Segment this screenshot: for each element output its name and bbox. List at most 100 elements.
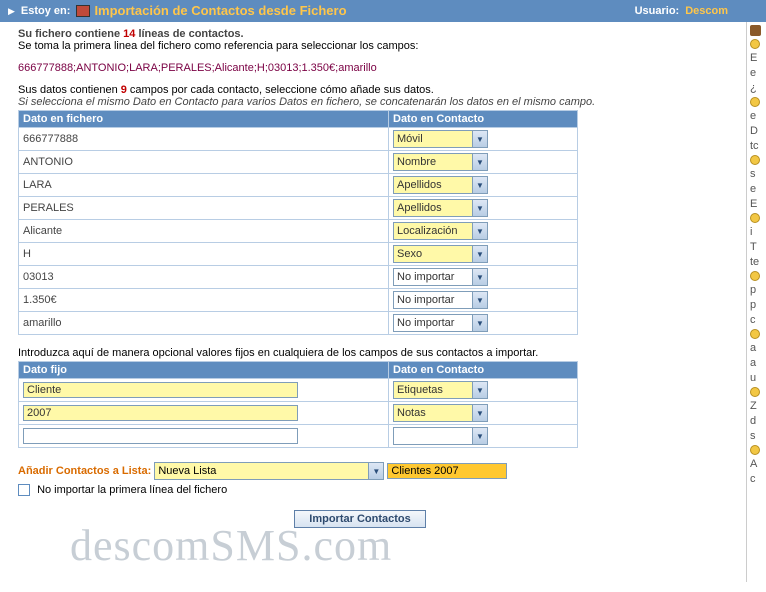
- fixed-contact-value: Etiquetas: [397, 384, 443, 396]
- cut-text: tc: [750, 140, 766, 152]
- mapping-contact-select[interactable]: Apellidos▼: [393, 199, 488, 217]
- mapping-row: 1.350€ No importar ▼: [19, 289, 578, 312]
- mapping-contact-cell: Nombre▼: [389, 151, 578, 174]
- mapping-contact-cell: No importar ▼: [389, 289, 578, 312]
- mapping-contact-cell: Localización▼: [389, 220, 578, 243]
- mapping-contact-cell: No importar ▼: [389, 266, 578, 289]
- cut-text: E: [750, 52, 766, 64]
- top-bar: ▶ Estoy en: Importación de Contactos des…: [0, 0, 766, 22]
- mapping-contact-cell: Móvil▼: [389, 128, 578, 151]
- bullet-icon: [750, 97, 760, 107]
- fixed-value-cell: [19, 379, 389, 402]
- fixed-value-cell: [19, 402, 389, 425]
- fixed-value-input[interactable]: [23, 428, 298, 444]
- mapping-contact-value: No importar: [397, 317, 454, 329]
- user-label: Usuario:: [635, 0, 680, 22]
- mapping-contact-cell: Sexo▼: [389, 243, 578, 266]
- breadcrumb-arrow-icon: ▶: [8, 0, 15, 22]
- cut-text: e: [750, 110, 766, 122]
- location-label: Estoy en:: [21, 0, 71, 22]
- fixed-contact-select[interactable]: Notas▼: [393, 404, 488, 422]
- chevron-down-icon: ▼: [472, 154, 487, 170]
- cut-text: e: [750, 67, 766, 79]
- chevron-down-icon: ▼: [472, 315, 487, 331]
- mapping-contact-cell: No importar ▼: [389, 312, 578, 335]
- cut-text: ¿: [750, 82, 766, 94]
- bullet-icon: [750, 329, 760, 339]
- cut-text: D: [750, 125, 766, 137]
- chevron-down-icon: ▼: [472, 246, 487, 262]
- concat-note: Si selecciona el mismo Dato en Contacto …: [18, 96, 702, 108]
- line-count-text: Su fichero contiene 14 líneas de contact…: [18, 28, 702, 40]
- bullet-icon: [750, 39, 760, 49]
- add-to-list-row: Añadir Contactos a Lista: Nueva Lista ▼: [18, 462, 702, 480]
- cut-text: c: [750, 314, 766, 326]
- mapping-file-cell: Alicante: [19, 220, 389, 243]
- mapping-contact-select[interactable]: No importar ▼: [393, 314, 488, 332]
- fixed-value-cell: [19, 425, 389, 448]
- mapping-contact-select[interactable]: No importar ▼: [393, 291, 488, 309]
- fixed-row: Etiquetas ▼: [19, 379, 578, 402]
- cut-text: s: [750, 430, 766, 442]
- bullet-icon: [750, 445, 760, 455]
- chevron-down-icon: ▼: [472, 177, 487, 193]
- skip-first-line-label: No importar la primera línea del fichero: [37, 484, 227, 496]
- mapping-contact-select[interactable]: Sexo▼: [393, 245, 488, 263]
- mapping-file-cell: LARA: [19, 174, 389, 197]
- mapping-contact-value: Localización: [397, 225, 458, 237]
- fixed-values-table: Dato fijo Dato en Contacto Etiquetas ▼ Not…: [18, 361, 578, 448]
- cut-text: s: [750, 168, 766, 180]
- mapping-contact-value: No importar: [397, 271, 454, 283]
- fixed-value-input[interactable]: [23, 382, 298, 398]
- mapping-contact-select[interactable]: No importar ▼: [393, 268, 488, 286]
- mapping-contact-select[interactable]: Localización▼: [393, 222, 488, 240]
- list-select-value: Nueva Lista: [158, 465, 216, 477]
- chevron-down-icon: ▼: [472, 382, 487, 398]
- fields-count-text: Sus datos contienen 9 campos por cada co…: [18, 84, 702, 96]
- chevron-down-icon: ▼: [472, 428, 487, 444]
- fixed-header-value: Dato fijo: [19, 362, 389, 379]
- cut-text: p: [750, 284, 766, 296]
- chevron-down-icon: ▼: [472, 292, 487, 308]
- right-cut-panel: Ee¿eDtcseEiTteppcaauZdsAc: [746, 22, 766, 582]
- mapping-contact-select[interactable]: Móvil▼: [393, 130, 488, 148]
- new-list-name-input[interactable]: [387, 463, 507, 479]
- cut-text: u: [750, 372, 766, 384]
- mapping-file-cell: 666777888: [19, 128, 389, 151]
- mapping-header-contact: Dato en Contacto: [389, 111, 578, 128]
- mapping-contact-cell: Apellidos ▼: [389, 174, 578, 197]
- list-select[interactable]: Nueva Lista ▼: [154, 462, 384, 480]
- cut-text: A: [750, 458, 766, 470]
- bullet-icon: [750, 387, 760, 397]
- fixed-header-contact: Dato en Contacto: [389, 362, 578, 379]
- fixed-contact-cell: ▼: [389, 425, 578, 448]
- mapping-row: ANTONIONombre▼: [19, 151, 578, 174]
- mapping-header-file: Dato en fichero: [19, 111, 389, 128]
- mapping-contact-select[interactable]: Nombre▼: [393, 153, 488, 171]
- chevron-down-icon: ▼: [472, 269, 487, 285]
- bullet-icon: [750, 271, 760, 281]
- import-contacts-button[interactable]: Importar Contactos: [294, 510, 425, 528]
- mapping-contact-cell: Apellidos▼: [389, 197, 578, 220]
- bullet-icon: [750, 213, 760, 223]
- fixed-contact-cell: Etiquetas ▼: [389, 379, 578, 402]
- mapping-row: 666777888Móvil▼: [19, 128, 578, 151]
- fixed-contact-select[interactable]: Etiquetas ▼: [393, 381, 488, 399]
- mapping-file-cell: 1.350€: [19, 289, 389, 312]
- fixed-contact-cell: Notas▼: [389, 402, 578, 425]
- mapping-contact-select[interactable]: Apellidos ▼: [393, 176, 488, 194]
- bullet-icon: [750, 155, 760, 165]
- skip-first-line-checkbox[interactable]: [18, 484, 30, 496]
- fixed-row: ▼: [19, 425, 578, 448]
- cut-text: c: [750, 473, 766, 485]
- mapping-contact-value: No importar: [397, 294, 454, 306]
- cut-text: Z: [750, 400, 766, 412]
- reference-note: Se toma la primera linea del fichero com…: [18, 40, 702, 52]
- cut-text: i: [750, 226, 766, 238]
- fixed-value-input[interactable]: [23, 405, 298, 421]
- mapping-row: 03013No importar▼: [19, 266, 578, 289]
- sample-line: 666777888;ANTONIO;LARA;PERALES;Alicante;…: [18, 62, 702, 74]
- main-content: Su fichero contiene 14 líneas de contact…: [0, 22, 720, 538]
- mapping-contact-value: Apellidos: [397, 179, 442, 191]
- fixed-contact-select[interactable]: ▼: [393, 427, 488, 445]
